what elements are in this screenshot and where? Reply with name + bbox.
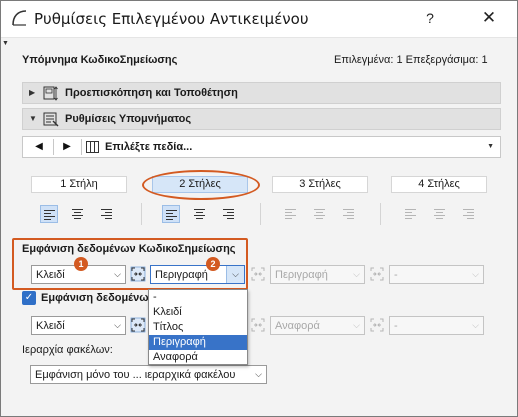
keynote-field-4-dropdown: - ⌵ bbox=[389, 265, 484, 284]
section-settings-label: Ρυθμίσεις Υπομνήματος bbox=[65, 113, 192, 125]
show-source-checkbox[interactable]: ✓ bbox=[22, 291, 36, 305]
column-3-alignment bbox=[282, 205, 360, 223]
source-field-4-dropdown: - ⌵ bbox=[389, 316, 484, 335]
divider bbox=[81, 139, 82, 155]
field-navigator: ◀ ▶ Επιλέξτε πεδία... ▼ bbox=[22, 136, 501, 158]
legend-settings-icon bbox=[43, 112, 59, 127]
link-columns-icon[interactable] bbox=[130, 317, 146, 333]
keynote-field-3-dropdown: Περιγραφή ⌵ bbox=[270, 265, 365, 284]
align-left-icon bbox=[402, 205, 420, 223]
align-left-icon[interactable] bbox=[162, 205, 180, 223]
link-columns-icon bbox=[370, 318, 384, 332]
window-title: Ρυθμίσεις Επιλεγμένου Αντικειμένου bbox=[34, 10, 309, 28]
section-legend-settings[interactable]: ▼ Ρυθμίσεις Υπομνήματος bbox=[22, 108, 501, 130]
option-none[interactable]: - bbox=[149, 290, 247, 305]
chevron-down-icon[interactable]: ▼ bbox=[487, 143, 494, 150]
column-3-button[interactable]: 3 Στήλες bbox=[272, 176, 368, 193]
source-field-3-dropdown: Αναφορά ⌵ bbox=[270, 316, 365, 335]
link-columns-icon bbox=[370, 267, 384, 281]
dropdown-value: - bbox=[394, 320, 398, 332]
column-4-button[interactable]: 4 Στήλες bbox=[391, 176, 487, 193]
dropdown-value: Περιγραφή bbox=[155, 269, 208, 281]
link-columns-icon[interactable] bbox=[130, 266, 146, 282]
annotation-badge-2: 2 bbox=[206, 257, 220, 271]
chevron-down-icon: ⌵ bbox=[232, 269, 239, 279]
chevron-down-icon: ⌵ bbox=[353, 320, 360, 330]
dropdown-value: Εμφάνιση μόνο του ... ιεραρχικά φακέλου bbox=[35, 369, 236, 381]
align-center-icon[interactable] bbox=[191, 205, 209, 223]
chevron-down-icon: ⌵ bbox=[114, 320, 121, 330]
legend-type-label: Υπόμνημα ΚωδικοΣημείωσης bbox=[22, 54, 178, 66]
option-title[interactable]: Τίτλος bbox=[149, 320, 247, 335]
column-1-button[interactable]: 1 Στήλη bbox=[31, 176, 127, 193]
chevron-down-icon: ⌵ bbox=[472, 320, 479, 330]
align-left-icon bbox=[282, 205, 300, 223]
link-columns-icon bbox=[251, 267, 265, 281]
column-1-alignment bbox=[40, 205, 118, 223]
previous-button[interactable]: ◀ bbox=[29, 138, 49, 156]
annotation-ellipse bbox=[142, 170, 260, 200]
source-display-title: Εμφάνιση δεδομένων bbox=[41, 292, 155, 304]
keynote-field-2-dropdown[interactable]: Περιγραφή ⌵ bbox=[150, 265, 245, 284]
dropdown-value: Περιγραφή bbox=[275, 269, 328, 281]
link-columns-icon bbox=[251, 318, 265, 332]
align-center-icon[interactable] bbox=[69, 205, 87, 223]
selection-status: Επιλεγμένα: 1 Επεξεργάσιμα: 1 bbox=[334, 54, 488, 66]
next-button[interactable]: ▶ bbox=[57, 138, 77, 156]
chevron-down-icon: ⌵ bbox=[472, 269, 479, 279]
section-preview-positioning[interactable]: ▶ Προεπισκόπηση και Τοποθέτηση bbox=[22, 82, 501, 104]
dropdown-value: Κλειδί bbox=[36, 269, 65, 281]
preview-positioning-icon bbox=[43, 86, 58, 101]
column-4-alignment bbox=[402, 205, 480, 223]
divider bbox=[260, 203, 261, 225]
divider bbox=[53, 139, 54, 155]
collapse-arrow-icon: ▼ bbox=[29, 114, 37, 123]
section-preview-label: Προεπισκόπηση και Τοποθέτηση bbox=[65, 87, 238, 99]
align-center-icon bbox=[431, 205, 449, 223]
chevron-down-icon: ⌵ bbox=[255, 369, 262, 379]
help-button[interactable]: ? bbox=[420, 8, 440, 28]
chevron-down-icon: ⌵ bbox=[114, 269, 121, 279]
source-field-1-dropdown[interactable]: Κλειδί ⌵ bbox=[31, 316, 126, 335]
annotation-badge-1: 1 bbox=[74, 257, 88, 271]
align-right-icon bbox=[340, 205, 358, 223]
choose-fields-label[interactable]: Επιλέξτε πεδία... bbox=[105, 141, 192, 153]
dropdown-value: - bbox=[394, 269, 398, 281]
align-right-icon bbox=[460, 205, 478, 223]
option-reference[interactable]: Αναφορά bbox=[149, 350, 247, 365]
folder-hierarchy-dropdown[interactable]: Εμφάνιση μόνο του ... ιεραρχικά φακέλου … bbox=[30, 365, 267, 384]
keynote-display-title: Εμφάνιση δεδομένων ΚωδικοΣημείωσης bbox=[22, 243, 236, 255]
align-left-icon[interactable] bbox=[40, 205, 58, 223]
app-logo-icon bbox=[12, 10, 27, 26]
option-description[interactable]: Περιγραφή bbox=[149, 335, 247, 350]
align-center-icon bbox=[311, 205, 329, 223]
align-right-icon[interactable] bbox=[220, 205, 238, 223]
divider bbox=[141, 203, 142, 225]
collapse-marker-icon: ▼ bbox=[2, 40, 9, 47]
close-button[interactable]: ✕ bbox=[478, 7, 500, 29]
align-right-icon[interactable] bbox=[98, 205, 116, 223]
fields-grid-icon bbox=[86, 141, 99, 153]
option-key[interactable]: Κλειδί bbox=[149, 305, 247, 320]
field-options-popup: - Κλειδί Τίτλος Περιγραφή Αναφορά bbox=[148, 289, 248, 365]
dropdown-value: Κλειδί bbox=[36, 320, 65, 332]
folder-hierarchy-label: Ιεραρχία φακέλων: bbox=[22, 344, 113, 356]
divider bbox=[380, 203, 381, 225]
dropdown-value: Αναφορά bbox=[275, 320, 320, 332]
chevron-down-icon: ⌵ bbox=[353, 269, 360, 279]
column-2-alignment bbox=[162, 205, 240, 223]
expand-arrow-icon: ▶ bbox=[29, 88, 36, 97]
